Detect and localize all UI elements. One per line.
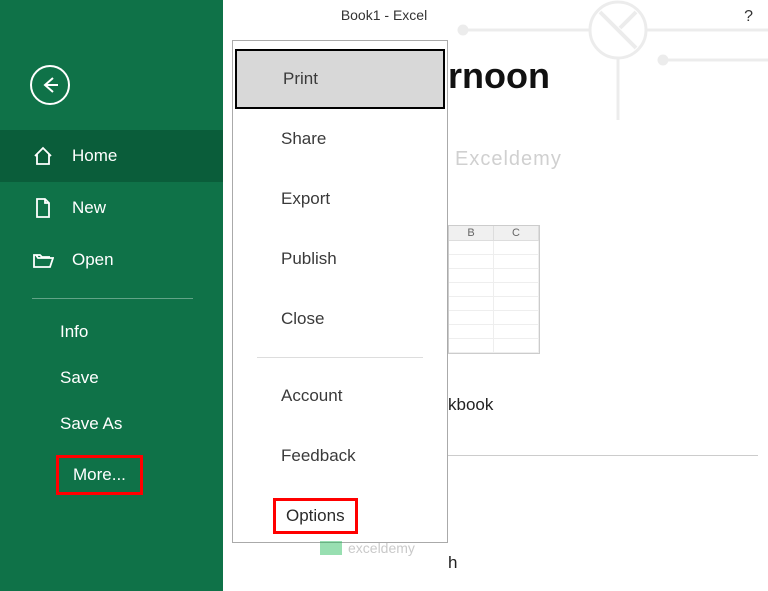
arrow-left-icon <box>40 75 60 95</box>
submenu-options[interactable]: Options <box>273 498 358 534</box>
watermark-text: Exceldemy <box>455 148 562 171</box>
submenu-close[interactable]: Close <box>233 289 447 349</box>
help-icon[interactable]: ? <box>744 8 753 26</box>
nav-save[interactable]: Save <box>0 355 223 401</box>
col-header-c: C <box>494 226 539 241</box>
nav-label: Open <box>72 250 114 270</box>
sub-nav: Info Save Save As More... <box>0 309 223 495</box>
nav-home[interactable]: Home <box>0 130 223 182</box>
nav-open[interactable]: Open <box>0 234 223 286</box>
submenu-share[interactable]: Share <box>233 109 447 169</box>
main-nav: Home New Open <box>0 130 223 286</box>
file-sidebar: Home New Open Info Save Save As More... <box>0 0 223 591</box>
submenu-account[interactable]: Account <box>233 366 447 426</box>
greeting-text: rnoon <box>448 55 550 97</box>
submenu-print[interactable]: Print <box>235 49 445 109</box>
nav-save-as[interactable]: Save As <box>0 401 223 447</box>
submenu-divider <box>257 357 423 358</box>
col-header-b: B <box>449 226 494 241</box>
nav-label: New <box>72 198 106 218</box>
submenu-export[interactable]: Export <box>233 169 447 229</box>
watermark-logo-box <box>320 541 342 555</box>
document-icon <box>32 197 54 219</box>
submenu-feedback[interactable]: Feedback <box>233 426 447 486</box>
more-submenu: Print Share Export Publish Close Account… <box>232 40 448 543</box>
watermark-logo-text: exceldemy <box>348 540 415 556</box>
main-content: rnoon <box>448 55 550 97</box>
folder-open-icon <box>32 249 54 271</box>
nav-label: Home <box>72 146 117 166</box>
home-icon <box>32 145 54 167</box>
workbook-thumbnail[interactable]: B C <box>448 225 540 354</box>
nav-new[interactable]: New <box>0 182 223 234</box>
text-h: h <box>448 553 457 573</box>
separator-line <box>448 455 758 456</box>
window-title: Book1 - Excel <box>341 7 427 23</box>
nav-divider <box>32 298 193 299</box>
back-button[interactable] <box>30 65 70 105</box>
workbook-label: kbook <box>448 395 493 415</box>
footer-watermark: exceldemy <box>320 540 415 556</box>
nav-more[interactable]: More... <box>56 455 143 495</box>
submenu-publish[interactable]: Publish <box>233 229 447 289</box>
nav-info[interactable]: Info <box>0 309 223 355</box>
